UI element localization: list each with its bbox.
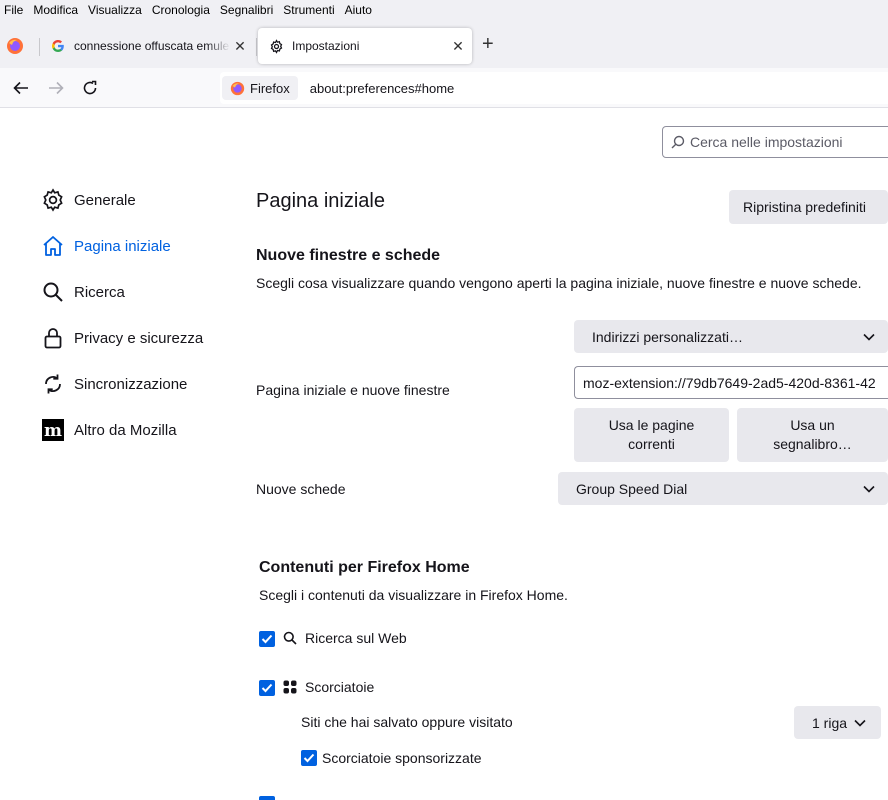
- identity-label: Firefox: [250, 80, 290, 96]
- menu-strumenti[interactable]: Strumenti: [278, 3, 339, 17]
- sidebar-item-label: Generale: [74, 191, 136, 209]
- tab-title: connessione offuscata emule com: [74, 39, 230, 53]
- sidebar-item-label: Privacy e sicurezza: [74, 329, 204, 347]
- homepage-url-value: moz-extension://79db7649-2ad5-420d-8361-…: [583, 374, 876, 391]
- shortcut-rows-select[interactable]: 1 riga: [794, 706, 881, 739]
- shortcuts-label: Scorciatoie: [305, 679, 375, 695]
- homepage-select-value: Indirizzi personalizzati…: [592, 328, 743, 345]
- chevron-down-icon: [862, 482, 876, 496]
- button-label-line1: Usa un: [790, 417, 835, 433]
- identity-box[interactable]: Firefox: [222, 76, 298, 100]
- sidebar-item-label: Pagina iniziale: [74, 237, 171, 255]
- web-search-row: Ricerca sul Web: [283, 630, 407, 646]
- use-bookmark-button[interactable]: Usa un segnalibro…: [737, 408, 888, 462]
- web-search-checkbox[interactable]: [259, 631, 275, 647]
- checkmark-icon: [261, 683, 273, 693]
- shortcut-rows-value: 1 riga: [812, 714, 848, 731]
- reload-icon[interactable]: [79, 78, 101, 98]
- nav-bar: Firefox about:preferences#home: [0, 68, 888, 108]
- tab-google-search[interactable]: connessione offuscata emule com ✕: [40, 28, 254, 64]
- close-icon[interactable]: ✕: [230, 38, 250, 55]
- homepage-label: Pagina iniziale e nuove finestre: [256, 382, 450, 398]
- web-search-label: Ricerca sul Web: [305, 630, 407, 646]
- sidebar-item-label: Sincronizzazione: [74, 375, 188, 393]
- new-tabs-select-value: Group Speed Dial: [576, 480, 688, 497]
- back-icon[interactable]: [10, 78, 32, 98]
- sidebar-item-generale[interactable]: Generale: [40, 185, 136, 215]
- settings-search-input[interactable]: Cerca nelle impostazioni: [662, 126, 888, 158]
- sponsored-shortcuts-row: Scorciatoie sponsorizzate: [322, 750, 482, 766]
- tab-separator: [256, 38, 257, 56]
- sidebar-item-label: Altro da Mozilla: [74, 421, 177, 439]
- sidebar-item-sincronizzazione[interactable]: Sincronizzazione: [40, 369, 187, 399]
- section-description: Scegli cosa visualizzare quando vengono …: [256, 275, 862, 291]
- shortcuts-row: Scorciatoie: [283, 679, 374, 695]
- new-tab-icon[interactable]: +: [482, 33, 494, 56]
- tab-strip: connessione offuscata emule com ✕ Impost…: [0, 20, 888, 68]
- search-icon: [40, 279, 66, 305]
- shortcuts-checkbox[interactable]: [259, 680, 275, 696]
- checkmark-icon: [261, 634, 273, 644]
- shortcuts-grid-icon: [283, 680, 297, 694]
- chevron-down-icon: [862, 330, 876, 344]
- svg-text:m: m: [44, 421, 62, 441]
- menu-cronologia[interactable]: Cronologia: [147, 3, 215, 17]
- menubar: File Modifica Visualizza Cronologia Segn…: [0, 0, 888, 20]
- close-icon[interactable]: ✕: [448, 38, 468, 55]
- sync-icon: [40, 371, 66, 397]
- section-heading-firefox-home: Contenuti per Firefox Home: [259, 559, 470, 576]
- sponsored-shortcuts-checkbox[interactable]: [301, 750, 317, 766]
- new-tabs-select[interactable]: Group Speed Dial: [558, 472, 888, 505]
- sidebar-item-altro-da-mozilla[interactable]: m Altro da Mozilla: [40, 415, 177, 445]
- homepage-select[interactable]: Indirizzi personalizzati…: [574, 320, 888, 353]
- restore-defaults-button[interactable]: Ripristina predefiniti: [729, 190, 888, 224]
- gear-icon: [268, 38, 284, 54]
- section-description: Scegli i contenuti da visualizzare in Fi…: [259, 587, 568, 603]
- new-tabs-label: Nuove schede: [256, 481, 346, 497]
- chevron-down-icon: [853, 716, 867, 730]
- forward-icon[interactable]: [45, 78, 67, 98]
- lock-icon: [40, 325, 66, 351]
- menu-aiuto[interactable]: Aiuto: [340, 3, 377, 17]
- search-icon: [283, 631, 297, 645]
- sidebar-item-pagina-iniziale[interactable]: Pagina iniziale: [40, 231, 171, 261]
- home-icon: [40, 233, 66, 259]
- sidebar-item-label: Ricerca: [74, 283, 125, 301]
- firefox-icon: [230, 81, 245, 95]
- shortcuts-description: Siti che hai salvato oppure visitato: [301, 714, 513, 730]
- sidebar-item-ricerca[interactable]: Ricerca: [40, 277, 125, 307]
- button-label-line2: segnalibro…: [773, 436, 852, 452]
- button-label-line2: correnti: [628, 436, 675, 452]
- tab-impostazioni[interactable]: Impostazioni ✕: [258, 28, 472, 64]
- gear-icon: [40, 187, 66, 213]
- page-title: Pagina iniziale: [256, 190, 385, 212]
- menu-file[interactable]: File: [0, 3, 28, 17]
- tab-title: Impostazioni: [292, 39, 360, 53]
- button-label-line1: Usa le pagine: [608, 417, 695, 433]
- search-placeholder: Cerca nelle impostazioni: [690, 134, 843, 150]
- sponsored-shortcuts-label: Scorciatoie sponsorizzate: [322, 750, 482, 766]
- google-icon: [50, 38, 66, 54]
- firefox-icon[interactable]: [6, 37, 24, 55]
- section-heading-new-windows: Nuove finestre e schede: [256, 247, 441, 264]
- search-icon: [671, 135, 685, 149]
- sidebar-item-privacy[interactable]: Privacy e sicurezza: [40, 323, 203, 353]
- menu-modifica[interactable]: Modifica: [28, 3, 83, 17]
- menu-visualizza[interactable]: Visualizza: [83, 3, 147, 17]
- url-text[interactable]: about:preferences#home: [310, 81, 455, 96]
- mozilla-icon: m: [40, 417, 66, 443]
- next-checkbox[interactable]: [259, 796, 275, 800]
- homepage-url-input[interactable]: moz-extension://79db7649-2ad5-420d-8361-…: [574, 366, 888, 399]
- checkmark-icon: [303, 753, 315, 763]
- menu-segnalibri[interactable]: Segnalibri: [215, 3, 278, 17]
- url-bar[interactable]: Firefox about:preferences#home: [220, 72, 888, 104]
- use-current-pages-button[interactable]: Usa le pagine correnti: [574, 408, 729, 462]
